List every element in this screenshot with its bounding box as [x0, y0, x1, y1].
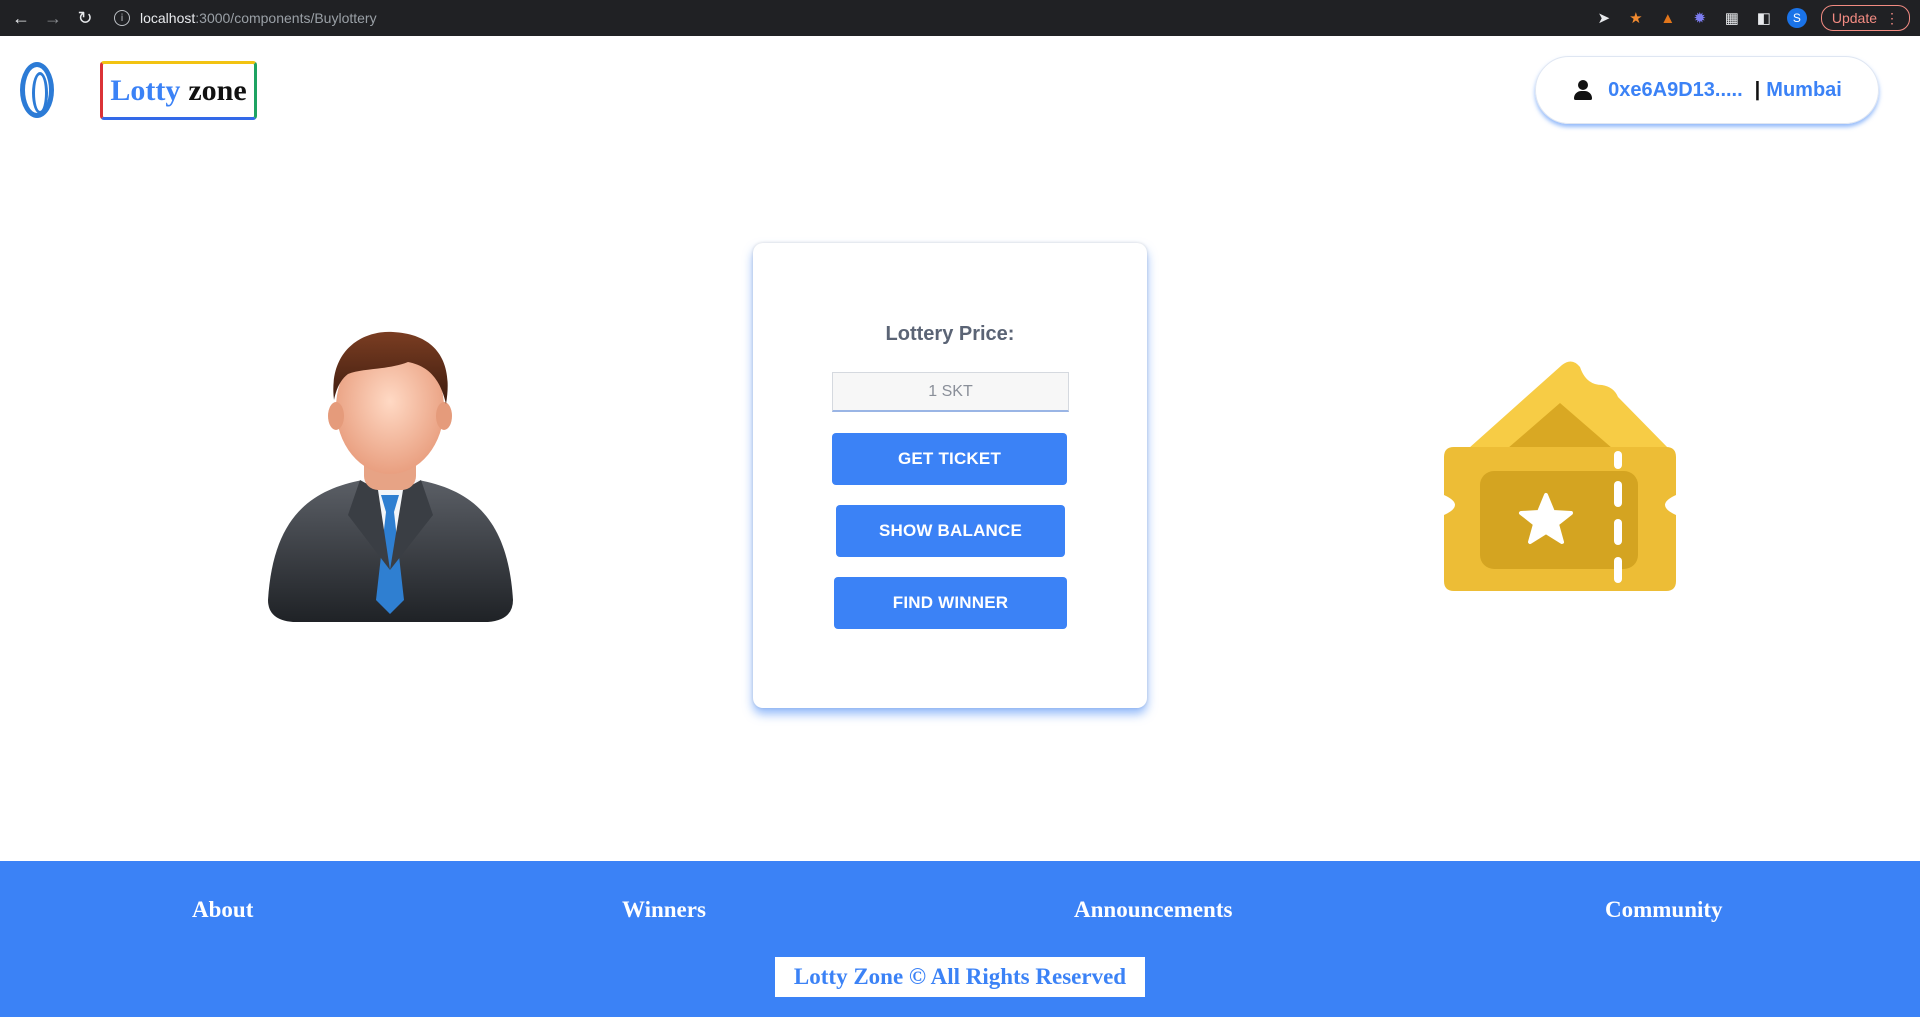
footer-link-about[interactable]: About	[192, 897, 253, 923]
reload-icon[interactable]: ↻	[74, 7, 96, 29]
lottery-ticket-icon	[1444, 361, 1676, 591]
footer-link-community[interactable]: Community	[1605, 897, 1723, 923]
account-separator: |	[1754, 78, 1761, 101]
forward-arrow-icon[interactable]: →	[42, 7, 64, 29]
extension-gear-icon[interactable]: ✹	[1691, 9, 1709, 27]
brand-text-lotty: Lotty	[110, 73, 181, 107]
network-name: Mumbai	[1766, 78, 1842, 101]
lottery-card: Lottery Price: GET TICKET SHOW BALANCE F…	[753, 243, 1147, 708]
metamask-extension-icon[interactable]: ▲	[1659, 9, 1677, 27]
wallet-address: 0xe6A9D13.....	[1608, 78, 1743, 101]
more-vert-icon: ⋮	[1885, 9, 1899, 26]
user-icon	[1572, 79, 1594, 101]
show-balance-button[interactable]: SHOW BALANCE	[836, 505, 1065, 557]
brand-text-zone: zone	[188, 73, 247, 107]
update-button[interactable]: Update ⋮	[1820, 5, 1910, 31]
profile-avatar[interactable]: S	[1786, 8, 1807, 28]
share-icon[interactable]: ➤	[1595, 9, 1613, 27]
copyright-notice: Lotty Zone © All Rights Reserved	[775, 957, 1145, 997]
lottery-price-input[interactable]	[832, 372, 1069, 412]
site-footer: About Winners Announcements Community Lo…	[0, 861, 1920, 1017]
bookmark-star-icon[interactable]: ★	[1627, 9, 1645, 27]
extensions-puzzle-icon[interactable]: ▦	[1723, 9, 1741, 27]
brand-logo[interactable]: Lotty zone	[100, 61, 257, 120]
back-arrow-icon[interactable]: ←	[10, 7, 32, 29]
browser-toolbar: ← → ↻ i localhost:3000/components/Buylot…	[0, 0, 1920, 36]
site-logo-icon[interactable]	[20, 62, 54, 118]
lottery-price-label: Lottery Price:	[885, 323, 1015, 345]
site-info-icon[interactable]: i	[114, 10, 130, 26]
get-ticket-button[interactable]: GET TICKET	[832, 433, 1067, 485]
wallet-account-button[interactable]: 0xe6A9D13..... | Mumbai	[1535, 56, 1879, 124]
businessman-avatar-image	[268, 331, 513, 622]
find-winner-button[interactable]: FIND WINNER	[834, 577, 1067, 629]
address-bar[interactable]: i localhost:3000/components/Buylottery	[114, 0, 377, 36]
url-text[interactable]: localhost:3000/components/Buylottery	[140, 10, 377, 26]
side-panel-icon[interactable]: ◧	[1755, 9, 1773, 27]
footer-link-winners[interactable]: Winners	[622, 897, 706, 923]
footer-link-announcements[interactable]: Announcements	[1074, 897, 1232, 923]
